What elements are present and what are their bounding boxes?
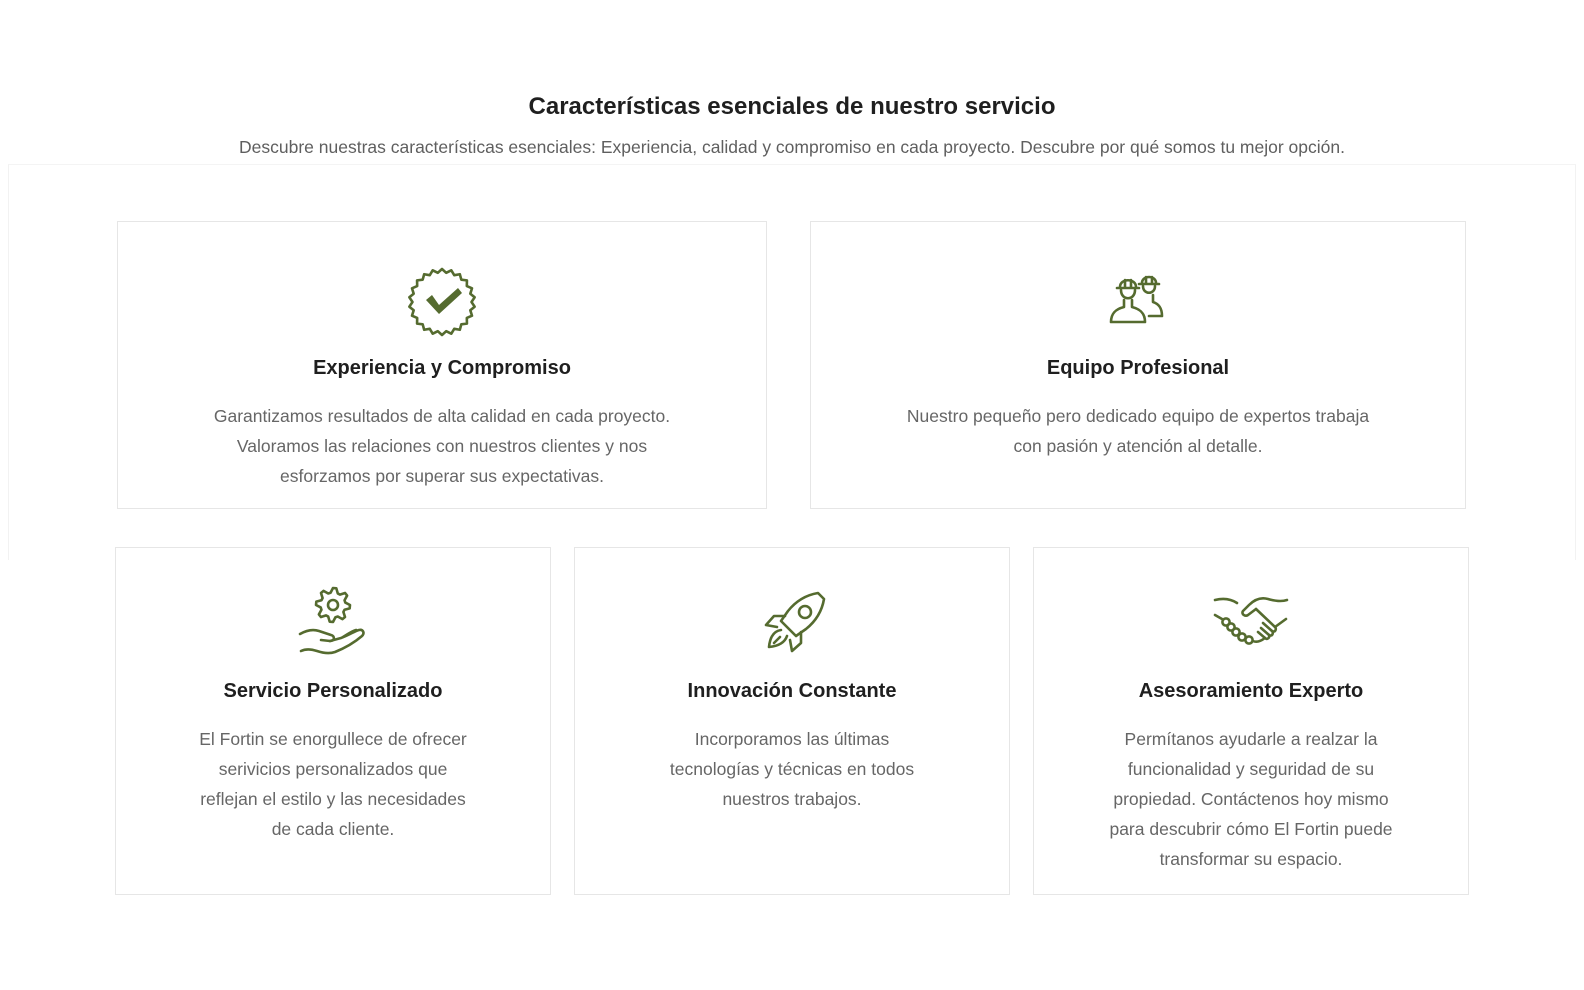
feature-title: Experiencia y Compromiso (313, 357, 571, 379)
feature-card-asesoramiento: Asesoramiento Experto Permítanos ayudarl… (1033, 547, 1469, 895)
feature-description: El Fortin se enorgullece de ofrecer seri… (199, 729, 467, 839)
feature-title: Asesoramiento Experto (1138, 680, 1364, 702)
section-header: Características esenciales de nuestro se… (0, 90, 1584, 160)
feature-title: Equipo Profesional (1046, 357, 1230, 379)
feature-description: Permítanos ayudarle a realzar la funcion… (1109, 729, 1393, 869)
feature-title: Servicio Personalizado (223, 680, 443, 702)
rocket-icon (752, 585, 832, 665)
feature-title: Innovación Constante (687, 680, 897, 702)
feature-card-experiencia: Experiencia y Compromiso Garantizamos re… (117, 221, 767, 509)
feature-card-equipo: Equipo Profesional Nuestro pequeño pero … (810, 221, 1466, 509)
handshake-icon (1211, 585, 1291, 665)
feature-card-innovacion: Innovación Constante Incorporamos las úl… (574, 547, 1010, 895)
feature-description: Nuestro pequeño pero dedicado equipo de … (906, 406, 1370, 456)
hand-gear-icon (293, 585, 373, 665)
feature-description: Garantizamos resultados de alta calidad … (213, 406, 671, 486)
workers-team-icon (1098, 262, 1178, 342)
section-subtitle: Descubre nuestras características esenci… (239, 137, 1345, 157)
feature-description: Incorporamos las últimas tecnologías y t… (669, 729, 915, 809)
feature-card-servicio: Servicio Personalizado El Fortin se enor… (115, 547, 551, 895)
badge-check-icon (402, 262, 482, 342)
section-title: Características esenciales de nuestro se… (528, 93, 1056, 120)
